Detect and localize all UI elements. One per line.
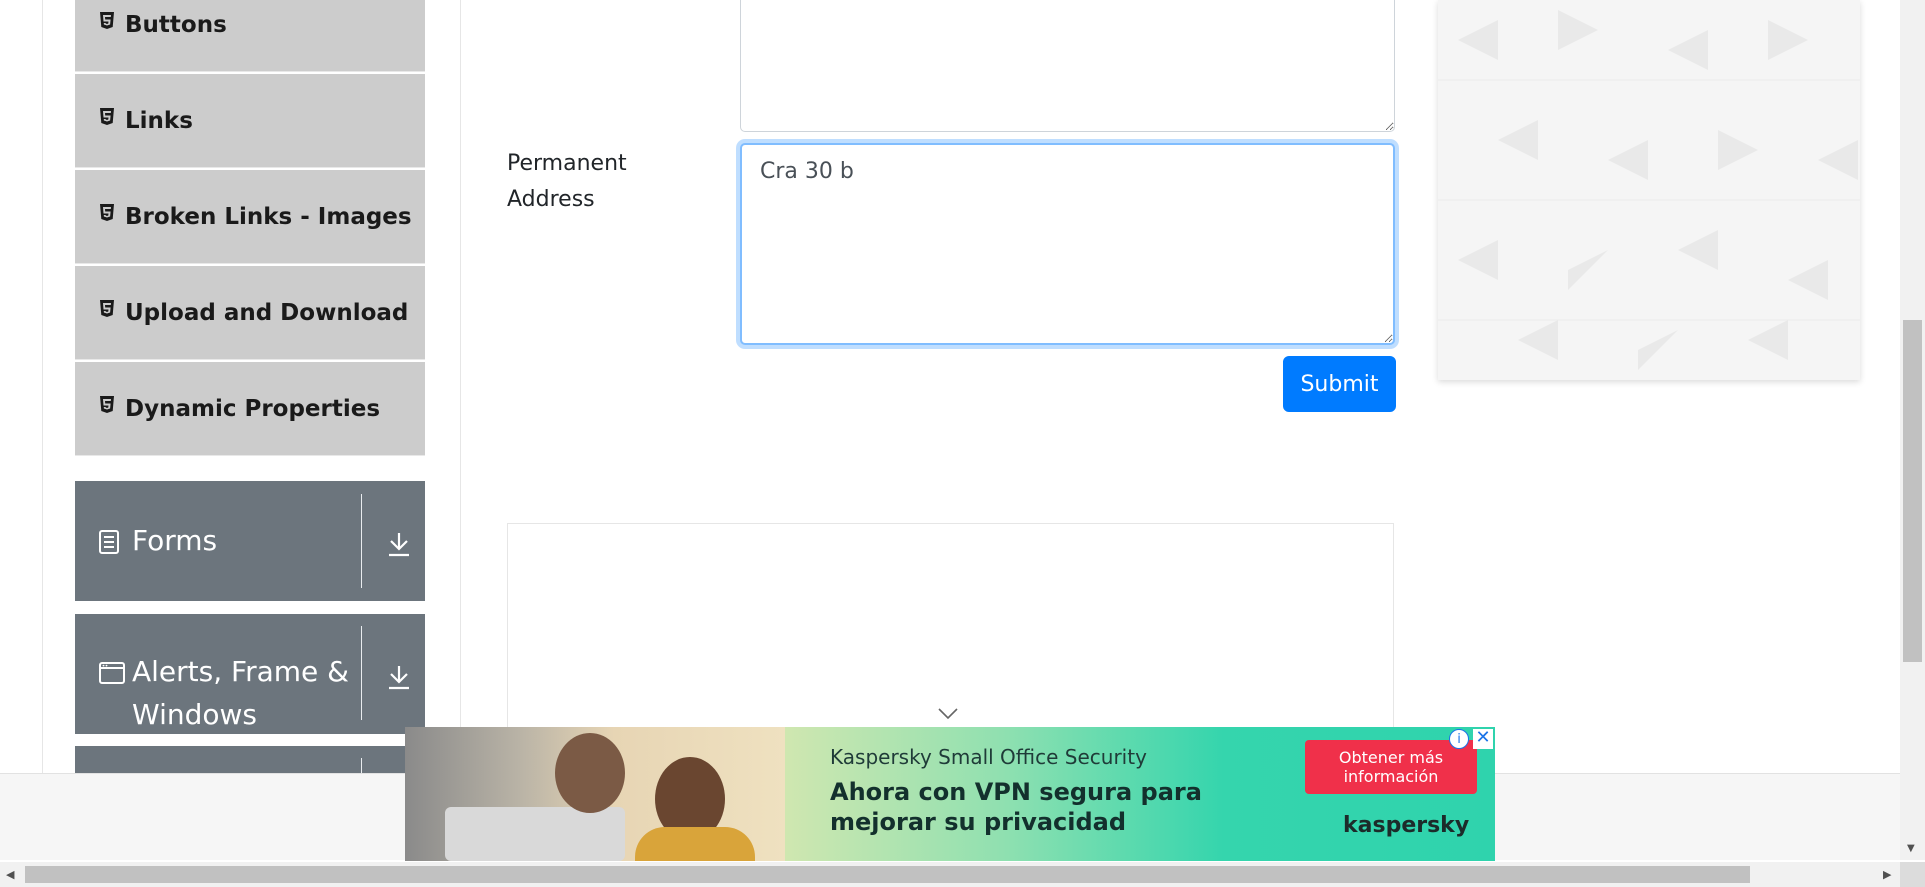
chevron-down-icon[interactable] <box>937 706 959 725</box>
sidebar-item-label: Buttons <box>125 11 227 38</box>
sidebar-item-links[interactable]: Links <box>75 74 425 168</box>
ad-close-icon[interactable]: ✕ <box>1473 729 1493 749</box>
scroll-right-arrow-icon[interactable]: ▶ <box>1883 868 1891 881</box>
ad-brand-line: Kaspersky Small Office Security <box>830 745 1147 769</box>
permanent-address-label-line1: Permanent <box>507 151 627 176</box>
ad-cta-line1: Obtener más <box>1338 748 1444 767</box>
document-icon <box>99 530 119 558</box>
download-arrow-icon[interactable] <box>387 664 411 694</box>
sidebar-group-next[interactable] <box>75 746 425 776</box>
html5-icon <box>97 394 117 416</box>
ad-cta-button[interactable]: Obtener más información <box>1305 740 1477 794</box>
current-address-textarea[interactable] <box>740 0 1395 132</box>
ad-photo-laptop <box>445 807 625 861</box>
download-arrow-icon[interactable] <box>387 531 411 561</box>
html5-icon <box>97 298 117 320</box>
sidebar-item-broken-links[interactable]: Broken Links - Images <box>75 170 425 264</box>
kaspersky-logo: kaspersky <box>1343 813 1470 838</box>
sidebar-group-label: Forms <box>132 524 218 557</box>
ad-cta-line2: información <box>1343 767 1439 786</box>
sidebar-item-label: Broken Links - Images <box>125 203 412 230</box>
sidebar-item-dynamic-properties[interactable]: Dynamic Properties <box>75 362 425 456</box>
html5-icon <box>97 10 117 32</box>
scroll-left-arrow-icon[interactable]: ◀ <box>6 868 14 881</box>
ad-info-icon[interactable]: i <box>1449 729 1469 749</box>
sidebar-group-label-line1: Alerts, Frame & <box>132 655 350 688</box>
side-ad-panel <box>1438 0 1860 380</box>
group-divider <box>361 494 362 588</box>
permanent-address-textarea[interactable]: Cra 30 b <box>740 143 1395 345</box>
html5-icon <box>97 106 117 128</box>
scrollbar-corner <box>1900 862 1925 887</box>
sidebar-item-buttons[interactable]: Buttons <box>75 0 425 72</box>
horizontal-scrollbar-thumb[interactable] <box>25 866 1750 883</box>
ad-headline-line2: mejorar su privacidad <box>830 808 1127 836</box>
horizontal-scrollbar[interactable]: ◀ ▶ <box>0 862 1900 887</box>
sidebar-group-label-line2: Windows <box>132 698 257 731</box>
sidebar-group-forms[interactable]: Forms <box>75 481 425 601</box>
sidebar-item-label: Dynamic Properties <box>125 395 381 422</box>
group-divider <box>361 626 362 720</box>
triangle-pattern-icon <box>1438 10 1860 370</box>
permanent-address-label: Permanent Address <box>507 146 627 218</box>
sidebar-item-label: Upload and Download <box>125 299 409 326</box>
content-divider <box>460 0 461 773</box>
sidebar-group-alerts[interactable]: Alerts, Frame & Windows <box>75 614 425 734</box>
permanent-address-label-line2: Address <box>507 187 595 212</box>
submit-button[interactable]: Submit <box>1283 356 1396 412</box>
vertical-scrollbar-thumb[interactable] <box>1903 320 1922 662</box>
ad-photo-shirt <box>635 827 755 861</box>
sidebar-divider <box>42 0 43 773</box>
scroll-down-arrow-icon[interactable]: ▼ <box>1907 843 1915 854</box>
sidebar-item-upload-download[interactable]: Upload and Download <box>75 266 425 360</box>
ad-headline-line1: Ahora con VPN segura para <box>830 778 1202 806</box>
window-icon <box>99 662 125 688</box>
vertical-scrollbar[interactable]: ▼ <box>1900 0 1925 860</box>
html5-icon <box>97 202 117 224</box>
sidebar-item-label: Links <box>125 107 193 134</box>
ad-banner[interactable]: Kaspersky Small Office Security Ahora co… <box>405 727 1495 861</box>
ad-photo-person1 <box>555 733 625 813</box>
